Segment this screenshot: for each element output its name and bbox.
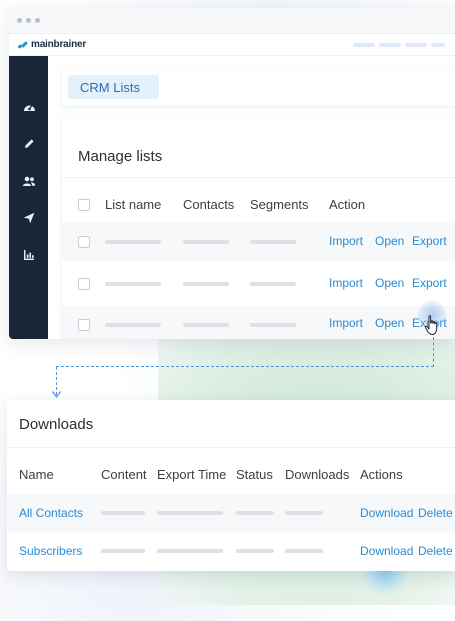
divider <box>7 447 455 448</box>
app-window: mainbrainer CRM Lists Manage lists List … <box>9 8 455 339</box>
list-name-placeholder <box>105 240 161 244</box>
send-icon[interactable] <box>22 211 36 225</box>
export-link[interactable]: Export <box>412 234 447 248</box>
tab-crm-lists[interactable]: CRM Lists <box>68 75 159 99</box>
export-time-placeholder <box>157 549 223 553</box>
divider <box>62 177 455 178</box>
column-header-contacts: Contacts <box>183 197 235 212</box>
pencil-icon[interactable] <box>22 137 36 151</box>
downloads-title: Downloads <box>19 416 94 433</box>
import-link[interactable]: Import <box>329 316 363 330</box>
list-name-placeholder <box>105 323 161 327</box>
dashboard-icon[interactable] <box>22 100 36 114</box>
export-time-placeholder <box>157 511 223 515</box>
select-all-checkbox[interactable] <box>78 199 90 211</box>
window-dot <box>35 18 40 23</box>
export-link[interactable]: Export <box>412 276 447 290</box>
header-placeholder <box>431 43 445 47</box>
header-placeholder <box>353 43 375 47</box>
arrow-down-icon <box>52 391 61 398</box>
download-link[interactable]: Download <box>360 506 413 520</box>
open-link[interactable]: Open <box>375 276 404 290</box>
table-row: Subscribers Download Delete <box>7 532 455 570</box>
logo-mark-icon <box>17 40 29 49</box>
column-header-list-name: List name <box>105 197 162 212</box>
contacts-placeholder <box>183 323 229 327</box>
users-icon[interactable] <box>22 174 36 188</box>
downloads-placeholder <box>285 511 323 515</box>
content-placeholder <box>101 511 145 515</box>
content-placeholder <box>101 549 145 553</box>
column-header-actions: Actions <box>360 467 403 482</box>
row-checkbox[interactable] <box>78 278 90 290</box>
column-header-downloads: Downloads <box>285 467 350 482</box>
open-link[interactable]: Open <box>375 316 404 330</box>
breadcrumb-panel: CRM Lists <box>62 68 455 106</box>
row-checkbox[interactable] <box>78 319 90 331</box>
contacts-placeholder <box>183 240 229 244</box>
download-link[interactable]: Download <box>360 544 413 558</box>
manage-lists-panel: Manage lists List name Contacts Segments… <box>62 116 455 339</box>
status-placeholder <box>236 549 274 553</box>
table-row: Import Open Export <box>62 306 455 339</box>
column-header-action: Action <box>329 197 366 212</box>
logo[interactable]: mainbrainer <box>17 39 87 50</box>
logo-text: mainbrainer <box>31 39 87 50</box>
connector-line <box>56 337 434 367</box>
hand-cursor-icon <box>424 315 438 335</box>
import-link[interactable]: Import <box>329 234 363 248</box>
column-header-name: Name <box>19 467 54 482</box>
delete-link[interactable]: Delete <box>418 506 453 520</box>
column-header-export-time: Export Time <box>157 467 227 482</box>
downloads-panel: Downloads Name Content Export Time Statu… <box>7 400 455 571</box>
header-placeholder <box>405 43 427 47</box>
table-row: All Contacts Download Delete <box>7 494 455 532</box>
download-name-link[interactable]: All Contacts <box>19 506 83 520</box>
window-dot <box>26 18 31 23</box>
window-titlebar <box>9 8 455 34</box>
table-row: Import Open Export <box>62 265 455 303</box>
contacts-placeholder <box>183 282 229 286</box>
delete-link[interactable]: Delete <box>418 544 453 558</box>
import-link[interactable]: Import <box>329 276 363 290</box>
open-link[interactable]: Open <box>375 234 404 248</box>
status-placeholder <box>236 511 274 515</box>
column-header-segments: Segments <box>250 197 309 212</box>
header-placeholder <box>379 43 401 47</box>
sidebar <box>9 56 48 339</box>
list-name-placeholder <box>105 282 161 286</box>
downloads-placeholder <box>285 549 323 553</box>
segments-placeholder <box>250 323 296 327</box>
segments-placeholder <box>250 282 296 286</box>
table-row: Import Open Export <box>62 223 455 261</box>
row-checkbox[interactable] <box>78 236 90 248</box>
download-name-link[interactable]: Subscribers <box>19 544 82 558</box>
page-title: Manage lists <box>78 148 163 165</box>
report-icon[interactable] <box>22 248 36 262</box>
column-header-content: Content <box>101 467 147 482</box>
column-header-status: Status <box>236 467 273 482</box>
segments-placeholder <box>250 240 296 244</box>
app-header: mainbrainer <box>9 34 455 56</box>
window-dot <box>17 18 22 23</box>
